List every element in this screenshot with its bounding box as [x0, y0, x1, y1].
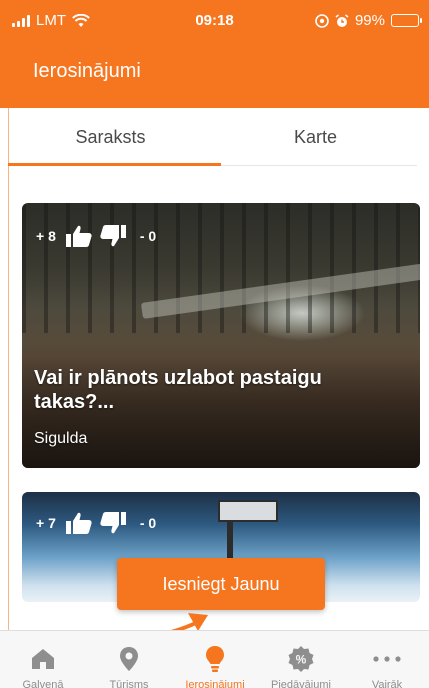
tab-karte[interactable]: Karte — [213, 108, 418, 166]
svg-text:%: % — [296, 653, 307, 667]
upvote-count: + 8 — [36, 228, 56, 244]
battery-icon — [391, 14, 422, 27]
suggestion-location: Sigulda — [34, 430, 88, 447]
location-lock-icon — [315, 13, 329, 28]
vote-counter: + 8 - 0 — [36, 225, 156, 247]
suggestion-card[interactable]: + 8 - 0 Vai ir plānots uzlabot pastaigu … — [22, 203, 420, 468]
thumbs-up-icon[interactable] — [65, 512, 92, 534]
more-icon — [344, 645, 429, 673]
downvote-count: - 0 — [139, 228, 157, 244]
card-image-sign — [218, 500, 278, 522]
nav-item-ierosinajumi[interactable]: Ierosinājumi — [172, 631, 258, 688]
submit-new-button[interactable]: Iesniegt Jaunu — [117, 558, 325, 610]
vote-counter: + 7 - 0 — [36, 512, 156, 534]
status-bar: LMT 09:18 99% — [0, 0, 429, 40]
nav-item-piedavajumi[interactable]: % Piedāvājumi — [258, 631, 344, 688]
tab-saraksts[interactable]: Saraksts — [8, 108, 213, 166]
tab-bar: Saraksts Karte — [8, 108, 417, 166]
thumbs-down-icon[interactable] — [100, 512, 126, 534]
nav-item-vairak[interactable]: Vairāk — [344, 631, 429, 688]
lightbulb-icon — [172, 645, 258, 673]
nav-item-galvena[interactable]: Galvenā — [0, 631, 86, 688]
nav-item-turisms[interactable]: Tūrisms — [86, 631, 172, 688]
percent-badge-icon: % — [258, 645, 344, 673]
page-title: Ierosinājumi — [33, 60, 141, 82]
active-tab-indicator — [8, 163, 221, 166]
bottom-nav: Galvenā Tūrisms Ierosinājumi % Piedāvāju… — [0, 630, 429, 688]
map-pin-icon — [86, 645, 172, 673]
content-left-border — [8, 108, 9, 638]
nav-label: Piedāvājumi — [271, 679, 331, 688]
thumbs-down-icon[interactable] — [100, 225, 126, 247]
app-header: LMT 09:18 99% Ierosinājumi — [0, 0, 429, 108]
battery-percent: 99% — [354, 12, 385, 29]
nav-label: Vairāk — [371, 679, 403, 688]
suggestion-title: Vai ir plānots uzlabot pastaigu takas?..… — [34, 367, 322, 413]
nav-label: Tūrisms — [109, 679, 149, 688]
upvote-count: + 7 — [36, 515, 56, 531]
downvote-count: - 0 — [139, 515, 157, 531]
thumbs-up-icon[interactable] — [65, 225, 92, 247]
card-image-trees — [22, 203, 420, 333]
nav-label: Ierosinājumi — [185, 679, 245, 688]
nav-label: Galvenā — [22, 679, 64, 688]
alarm-icon — [335, 13, 349, 27]
home-icon — [0, 645, 86, 673]
status-right: 99% — [315, 12, 422, 29]
